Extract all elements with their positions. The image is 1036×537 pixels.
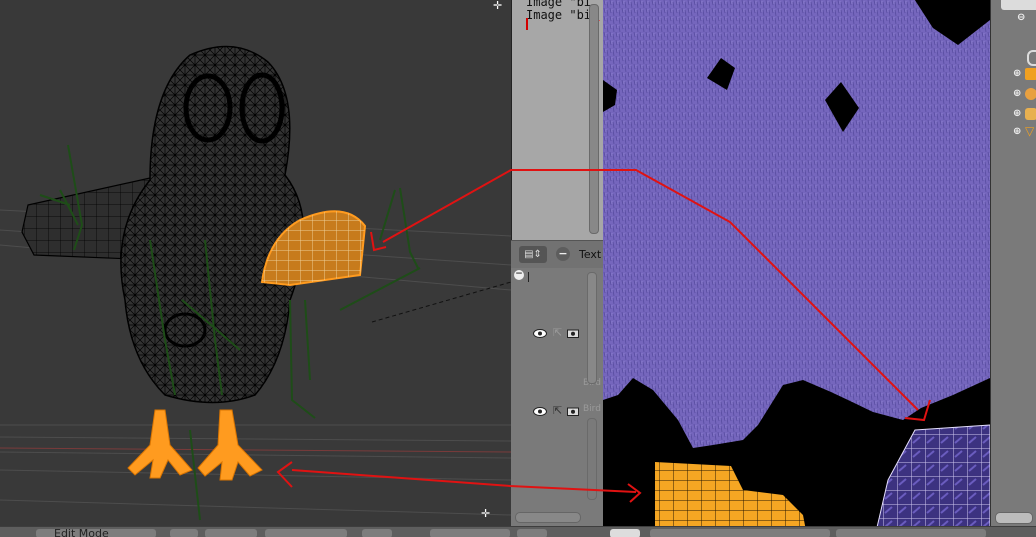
eye-icon[interactable] <box>533 407 547 416</box>
editor-type-icon[interactable]: ▤⇕ <box>519 246 547 263</box>
left-foot-selected <box>127 409 193 479</box>
outliner-scrollbar[interactable] <box>587 418 597 500</box>
object-name: Bird <box>583 404 601 414</box>
plus-icon[interactable]: ⊕ <box>1013 68 1021 79</box>
uv-canvas[interactable] <box>603 0 990 536</box>
camera-icon[interactable] <box>567 328 579 338</box>
cursor-icon[interactable]: ⇱ <box>553 404 562 417</box>
text-editor[interactable]: Image "bi Image "bi <box>511 0 604 240</box>
bird-body-mesh <box>120 45 305 404</box>
lamp-icon <box>1025 108 1036 120</box>
camera-icon[interactable] <box>567 406 579 416</box>
text-cursor <box>526 18 528 30</box>
header-menu-text[interactable]: Text <box>579 248 601 261</box>
code-line: Image "bi <box>526 8 592 22</box>
relation-line <box>371 281 511 323</box>
eye-icon[interactable] <box>533 329 547 338</box>
tree-row[interactable]: ⊕ <box>991 68 1036 86</box>
texture-island <box>603 0 990 448</box>
plus-icon[interactable]: ✛ <box>493 0 502 11</box>
collapse-icon[interactable]: ⊖ <box>1017 12 1025 23</box>
code-area[interactable]: Image "bi Image "bi <box>526 0 591 22</box>
bottom-header-bar: Edit Mode <box>0 526 1036 537</box>
plus-icon[interactable]: ⊕ <box>1013 126 1021 137</box>
panel-hscrollbar[interactable] <box>995 512 1033 524</box>
plus-icon[interactable]: ⊕ <box>1013 88 1021 99</box>
uv-image-editor[interactable] <box>603 0 990 536</box>
collapse-icon[interactable]: − <box>514 270 524 280</box>
mesh-icon: ▽ <box>1025 124 1035 138</box>
outliner-scrollbar[interactable] <box>587 272 597 384</box>
plus-icon[interactable]: ⊕ <box>1013 108 1021 119</box>
properties-panel[interactable]: ⊖ ⊕ ⊕ ⊕ ⊕ ▽ <box>990 0 1036 536</box>
text-editor-header: ▤⇕ − Text <box>511 240 603 270</box>
outliner-hscrollbar[interactable] <box>515 512 581 523</box>
x-axis-line <box>0 447 511 453</box>
tree-row[interactable] <box>991 50 1036 68</box>
world-icon <box>1027 50 1036 66</box>
right-foot-selected <box>197 409 263 481</box>
3d-viewport[interactable]: ✛ ✛ <box>0 0 511 536</box>
object-icon <box>1025 88 1036 100</box>
cursor-icon[interactable]: ⇱ <box>553 326 562 339</box>
tree-row[interactable]: ⊕ <box>991 88 1036 106</box>
tree-row[interactable]: ⊖ <box>991 12 1036 30</box>
panel-header <box>1001 0 1036 10</box>
collapse-icon[interactable]: − <box>556 247 570 261</box>
plus-icon[interactable]: ✛ <box>481 508 490 519</box>
text-editor-scrollbar[interactable] <box>589 4 599 234</box>
search-cursor <box>528 272 529 282</box>
3d-viewport-canvas[interactable] <box>0 0 511 536</box>
outliner[interactable]: − ⇱ Bird ⇱ Bird <box>511 268 603 536</box>
tree-row[interactable]: ⊕ ▽ <box>991 124 1036 144</box>
armature-icon <box>1025 68 1036 80</box>
